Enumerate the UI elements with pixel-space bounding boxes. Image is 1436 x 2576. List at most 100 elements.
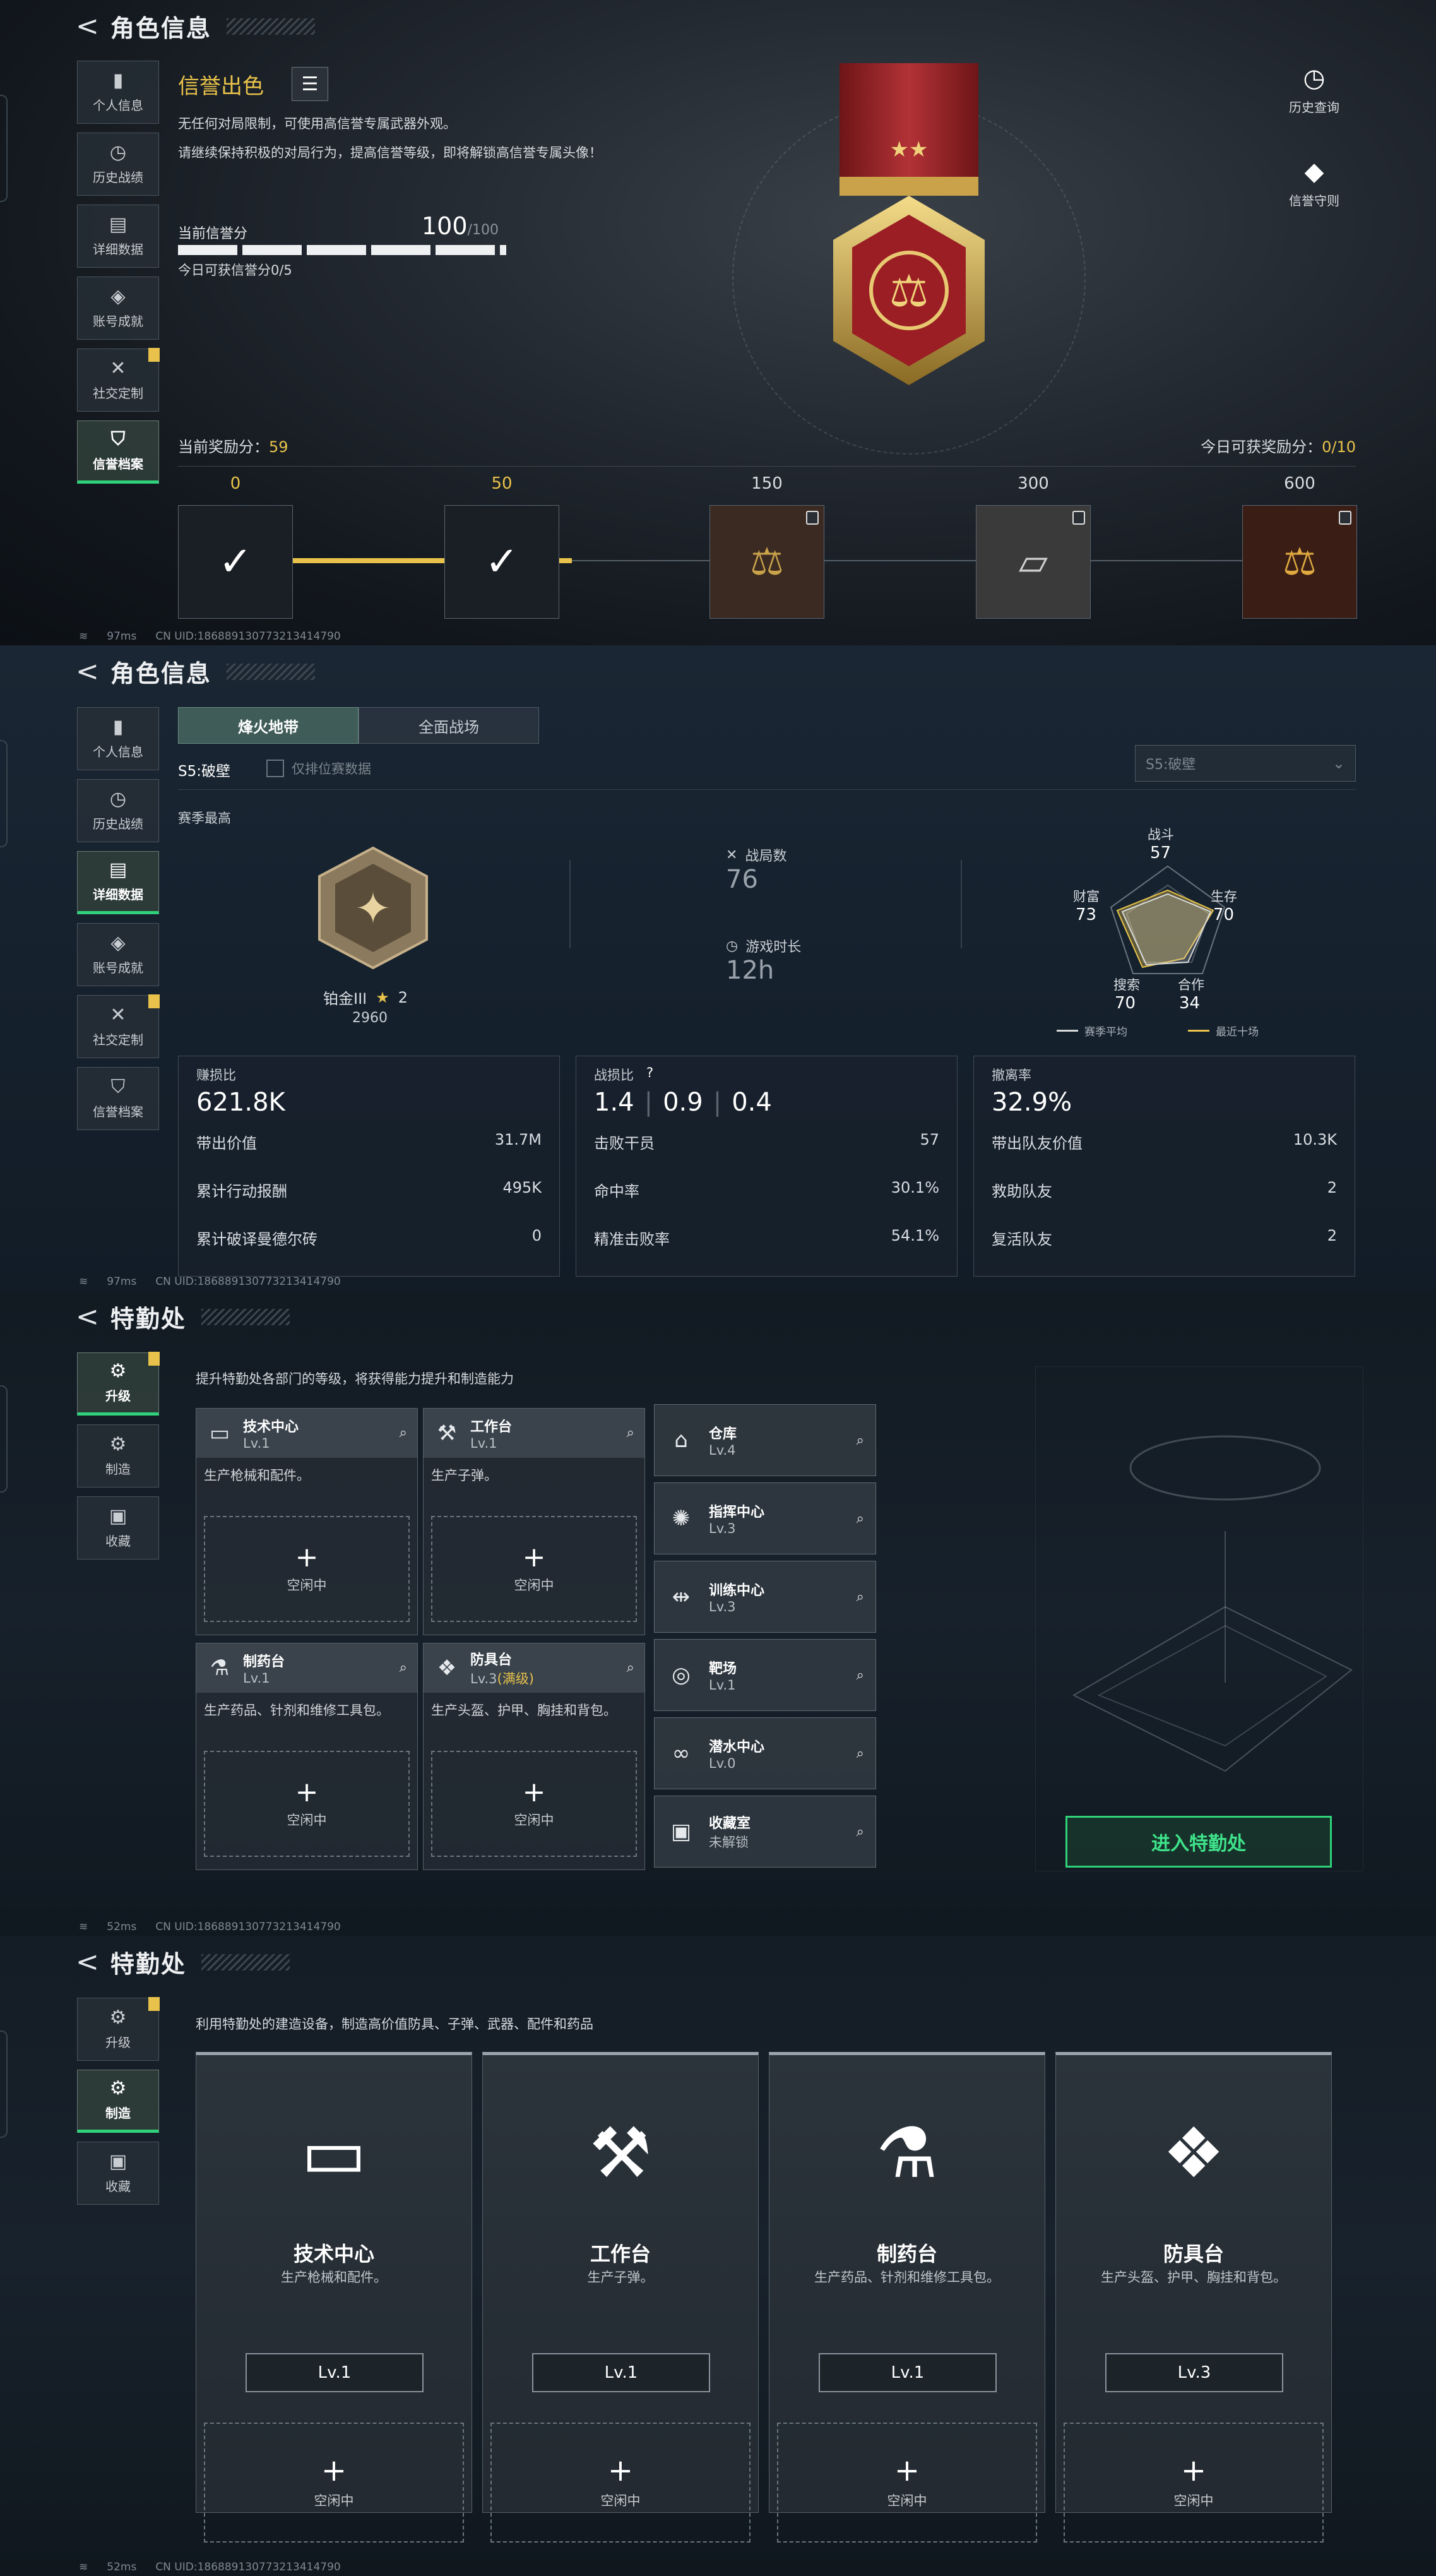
nav-history[interactable]: ◷ 历史战绩: [77, 779, 159, 842]
nav-details[interactable]: ▤ 详细数据: [77, 851, 159, 914]
back-icon[interactable]: <: [76, 657, 99, 686]
reward-tile[interactable]: 50 ✓: [444, 474, 559, 619]
back-icon[interactable]: <: [76, 12, 99, 40]
card-level: Lv.1: [246, 2353, 424, 2392]
nav-upgrade[interactable]: ⚙ 升级: [77, 1997, 160, 2061]
today-reward: 今日可获奖励分：0/10: [1201, 434, 1356, 456]
radar-label: 搜索: [1113, 977, 1140, 993]
facility-collection-room[interactable]: ▣ 收藏室 未解锁 ⌕: [654, 1796, 876, 1868]
nav-craft[interactable]: ⚙ 制造: [77, 2070, 159, 2133]
nav-reputation[interactable]: ⛉ 信誉档案: [77, 1067, 159, 1130]
nav-personal-info[interactable]: ▮ 个人信息: [77, 707, 159, 770]
craft-card-tech-center[interactable]: ▭ 技术中心 生产枪械和配件。 Lv.1 + 空闲中: [196, 2052, 472, 2543]
reward-tile[interactable]: 0 ✓: [178, 474, 293, 619]
nav-history[interactable]: ◷ 历史战绩: [77, 133, 159, 196]
nav-collection[interactable]: ▣ 收藏: [77, 1496, 159, 1559]
nav-label: 升级: [105, 2034, 131, 2050]
reward-track: 0 ✓ 50 ✓ 150 ⚖ 300 ▱ 600 ⚖: [178, 474, 1358, 619]
search-icon[interactable]: ⌕: [627, 1660, 634, 1676]
nav-personal-info[interactable]: ▮ 个人信息: [77, 61, 159, 124]
craft-card-armor-bench[interactable]: ❖ 防具台 生产头盔、护甲、胸挂和背包。 Lv.3 + 空闲中: [1055, 2052, 1332, 2543]
nav-details[interactable]: ▤ 详细数据: [77, 205, 159, 268]
craft-slot[interactable]: + 空闲中: [204, 2423, 464, 2543]
list-icon[interactable]: ☰: [292, 67, 328, 101]
check-icon: ✓: [218, 539, 252, 585]
facility-tech-center[interactable]: ▭ 技术中心 Lv.1 ⌕ 生产枪械和配件。 + 空闲中: [196, 1408, 418, 1635]
facility-name: 潜水中心: [709, 1739, 765, 1755]
reward-tile[interactable]: 150 ⚖: [709, 474, 824, 619]
craft-card-pharmacy[interactable]: ⚗ 制药台 生产药品、针剂和维修工具包。 Lv.1 + 空闲中: [769, 2052, 1045, 2543]
tab-warzone[interactable]: 烽火地带: [178, 707, 359, 744]
current-reward-label: 当前奖励分：: [178, 438, 269, 456]
nav-achievements[interactable]: ◈ 账号成就: [77, 923, 159, 986]
nav-craft[interactable]: ⚙ 制造: [77, 1424, 159, 1488]
card-name: 技术中心: [293, 2242, 374, 2266]
nav-label: 收藏: [105, 1533, 131, 1549]
nav-label: 制造: [105, 2105, 131, 2121]
search-icon[interactable]: ⌕: [857, 1589, 864, 1605]
nav-upgrade[interactable]: ⚙ 升级: [77, 1352, 160, 1416]
craft-slot[interactable]: + 空闲中: [204, 1516, 410, 1622]
new-badge: [148, 1352, 160, 1366]
search-icon[interactable]: ⌕: [400, 1425, 407, 1441]
facility-command-center[interactable]: ✺ 指挥中心 Lv.3 ⌕: [654, 1482, 876, 1554]
search-icon[interactable]: ⌕: [857, 1746, 864, 1762]
enter-special-ops-button[interactable]: 进入特勤处: [1065, 1816, 1332, 1868]
stats-panel: < 角色信息 ▮ 个人信息 ◷ 历史战绩 ▤ 详细数据 ◈ 账号成就 ✕ 社交定制 ⛉ 信誉…: [0, 645, 1436, 1291]
facility-level: 未解锁: [709, 1835, 749, 1850]
help-icon[interactable]: ?: [646, 1065, 653, 1084]
reputation-rules-button[interactable]: ◆ 信誉守则: [1283, 159, 1346, 209]
milestone-label: 600: [1284, 474, 1315, 493]
back-icon[interactable]: <: [76, 1303, 99, 1331]
craft-slot[interactable]: + 空闲中: [1064, 2423, 1324, 2543]
craft-slot[interactable]: + 空闲中: [431, 1516, 637, 1622]
craft-slot[interactable]: + 空闲中: [490, 2423, 751, 2543]
max-level-tag: (满级): [497, 1671, 534, 1686]
nav-social[interactable]: ✕ 社交定制: [77, 994, 160, 1058]
side-edge: [0, 2030, 8, 2138]
craft-slot[interactable]: + 空闲中: [431, 1751, 637, 1857]
tab-full-battlefield[interactable]: 全面战场: [359, 707, 539, 744]
rank-badge-icon: ✦: [313, 845, 433, 971]
reward-tile[interactable]: 300 ▱: [976, 474, 1091, 619]
craft-slot[interactable]: + 空闲中: [777, 2423, 1037, 2543]
cubes-icon: ❖: [1162, 2113, 1225, 2193]
nav-social[interactable]: ✕ 社交定制: [77, 348, 160, 412]
craft-slot[interactable]: + 空闲中: [204, 1751, 410, 1857]
search-icon[interactable]: ⌕: [857, 1433, 864, 1448]
stat-row: 命中率 30.1%: [594, 1179, 939, 1201]
search-icon[interactable]: ⌕: [400, 1660, 407, 1676]
upgrade-icon: ⚙: [109, 2006, 127, 2029]
stat-card-kd: 战损比? 1.4 | 0.9 | 0.4 击败干员 57 命中率 30.1% 精准击败率 54…: [576, 1056, 958, 1277]
reward-tile[interactable]: 600 ⚖: [1242, 474, 1357, 619]
score-value: 100/100: [422, 212, 499, 240]
nav-collection[interactable]: ▣ 收藏: [77, 2142, 159, 2205]
nav-reputation[interactable]: ⛉ 信誉档案: [77, 420, 159, 484]
facility-training-center[interactable]: ⇹ 训练中心 Lv.3 ⌕: [654, 1561, 876, 1633]
season-dropdown[interactable]: S5:破壁 ⌄: [1135, 745, 1356, 782]
facility-pharmacy[interactable]: ⚗ 制药台 Lv.1 ⌕ 生产药品、针剂和维修工具包。 + 空闲中: [196, 1643, 418, 1870]
wifi-icon: ≋: [79, 2561, 88, 2573]
facility-level: Lv.3: [709, 1599, 736, 1614]
search-icon[interactable]: ⌕: [857, 1667, 864, 1683]
page-title: 特勤处: [110, 1950, 186, 1978]
nav-achievements[interactable]: ◈ 账号成就: [77, 277, 159, 340]
search-icon[interactable]: ⌕: [857, 1511, 864, 1527]
card-desc: 生产头盔、护甲、胸挂和背包。: [1101, 2270, 1286, 2285]
search-icon[interactable]: ⌕: [857, 1824, 864, 1840]
facility-range[interactable]: ◎ 靶场 Lv.1 ⌕: [654, 1639, 876, 1711]
clock-icon: ◷: [109, 787, 127, 810]
facility-workbench[interactable]: ⚒ 工作台 Lv.1 ⌕ 生产子弹。 + 空闲中: [423, 1408, 645, 1635]
facility-warehouse[interactable]: ⌂ 仓库 Lv.4 ⌕: [654, 1404, 876, 1476]
today-score-label: 今日可获信誉分0/5: [178, 263, 292, 278]
craft-card-workbench[interactable]: ⚒ 工作台 生产子弹。 Lv.1 + 空闲中: [482, 2052, 759, 2543]
base-blueprint-area: [1035, 1366, 1363, 1871]
score-number: 100: [422, 212, 468, 240]
facility-dive-center[interactable]: ∞ 潜水中心 Lv.0 ⌕: [654, 1717, 876, 1789]
facility-armor-bench[interactable]: ❖ 防具台 Lv.3(满级) ⌕ 生产头盔、护甲、胸挂和背包。 + 空闲中: [423, 1643, 645, 1870]
ranked-only-checkbox[interactable]: 仅排位赛数据: [266, 759, 371, 778]
search-icon[interactable]: ⌕: [627, 1425, 634, 1441]
history-query-button[interactable]: ◷ 历史查询: [1283, 66, 1346, 116]
checkbox-box[interactable]: [266, 760, 284, 777]
back-icon[interactable]: <: [76, 1948, 99, 1976]
